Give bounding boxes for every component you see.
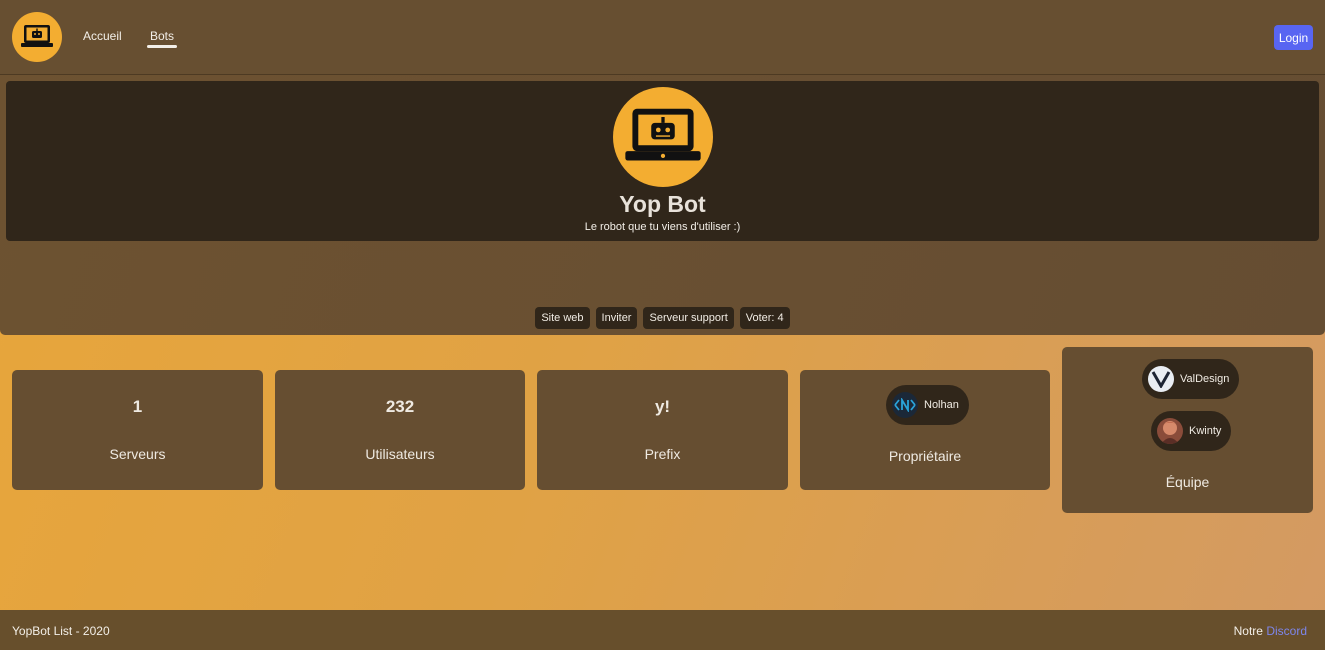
owner-card: Nolhan Propriétaire	[800, 370, 1050, 490]
robot-laptop-icon	[21, 25, 53, 47]
bot-header-section: Yop Bot Le robot que tu viens d'utiliser…	[0, 75, 1325, 335]
character-avatar-icon	[1161, 421, 1179, 444]
users-count: 232	[385, 397, 415, 416]
bot-description: Le robot que tu viens d'utiliser :)	[584, 221, 741, 233]
owner-logo-icon	[894, 398, 916, 412]
servers-label: Serveurs	[109, 446, 166, 462]
prefix-card: y! Prefix	[537, 370, 788, 490]
team-card: ValDesign Kwinty Équipe	[1062, 347, 1313, 513]
footer: YopBot List - 2020 Notre Discord	[0, 610, 1325, 650]
users-card: 232 Utilisateurs	[275, 370, 525, 490]
invite-button[interactable]: Inviter	[595, 307, 638, 329]
discord-link[interactable]: Discord	[1266, 624, 1307, 638]
servers-card: 1 Serveurs	[12, 370, 263, 490]
team-member-chip[interactable]: Kwinty	[1151, 411, 1232, 451]
bot-name: Yop Bot	[619, 191, 706, 217]
login-button[interactable]: Login	[1274, 25, 1313, 50]
footer-discord-text: Notre Discord	[1234, 624, 1307, 638]
robot-laptop-icon	[625, 108, 701, 161]
users-label: Utilisateurs	[365, 446, 435, 462]
bot-actions: Site web Inviter Serveur support Voter: …	[0, 307, 1325, 329]
logo[interactable]	[12, 12, 62, 62]
footer-notre: Notre	[1233, 624, 1263, 638]
bot-banner: Yop Bot Le robot que tu viens d'utiliser…	[6, 81, 1319, 241]
support-server-button[interactable]: Serveur support	[643, 307, 734, 329]
team-member-name: ValDesign	[1180, 373, 1230, 385]
owner-avatar	[892, 392, 918, 418]
owner-name: Nolhan	[924, 399, 959, 411]
navbar: Accueil Bots Login	[0, 0, 1325, 75]
servers-count: 1	[132, 397, 143, 416]
website-button[interactable]: Site web	[535, 307, 590, 329]
owner-label: Propriétaire	[888, 448, 962, 464]
valdesign-avatar	[1148, 366, 1174, 392]
team-member-name: Kwinty	[1189, 425, 1222, 437]
prefix-value: y!	[654, 397, 671, 416]
prefix-label: Prefix	[644, 446, 681, 462]
vote-button[interactable]: Voter: 4	[739, 307, 790, 329]
nav-link-bots[interactable]: Bots	[146, 29, 178, 48]
v-logo-icon	[1151, 371, 1171, 388]
footer-copyright: YopBot List - 2020	[12, 624, 110, 638]
owner-chip[interactable]: Nolhan	[886, 385, 969, 425]
nav-link-accueil[interactable]: Accueil	[83, 29, 122, 43]
team-member-chip[interactable]: ValDesign	[1142, 359, 1240, 399]
kwinty-avatar	[1157, 418, 1183, 444]
bot-avatar	[613, 87, 713, 187]
team-label: Équipe	[1165, 474, 1210, 490]
